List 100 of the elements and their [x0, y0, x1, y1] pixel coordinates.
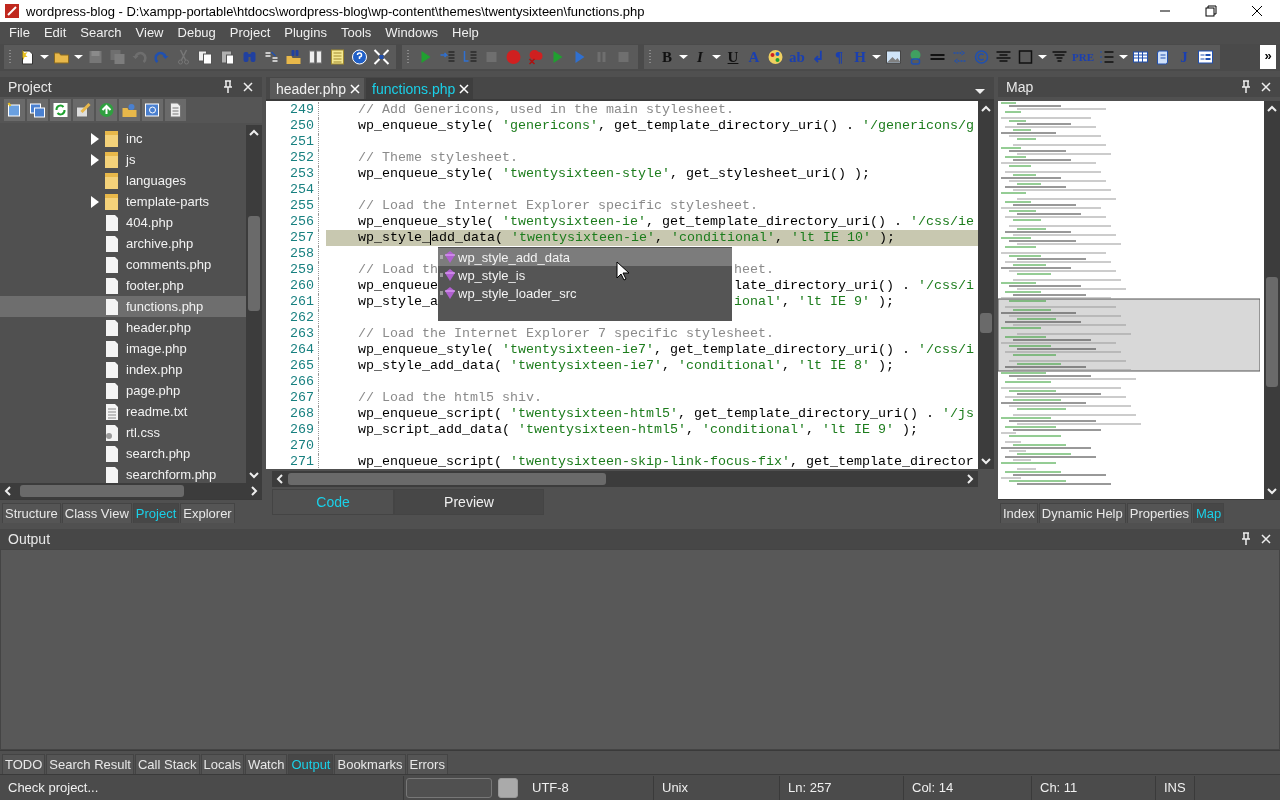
autocomplete-item[interactable]: wp_style_add_data	[438, 248, 732, 267]
panel-tab[interactable]: Locals	[200, 754, 245, 775]
panel-tab[interactable]: Properties	[1126, 503, 1192, 524]
autocomplete-item[interactable]: wp_style_loader_src	[438, 284, 732, 303]
edit-properties-icon[interactable]	[73, 99, 94, 122]
scrollbar-thumb[interactable]	[248, 216, 260, 312]
menu-item[interactable]: Edit	[36, 25, 74, 41]
code-text: // Load the Internet Explorer 7 specific stylesheet.	[358, 326, 774, 343]
tree-item[interactable]: image.php	[0, 338, 246, 360]
tree-item[interactable]: comments.php	[0, 254, 246, 276]
code-text: wp_enqueue_script(	[358, 454, 503, 470]
tree-item[interactable]: functions.php	[0, 296, 246, 318]
tree-item[interactable]: searchform.php	[0, 464, 246, 484]
scrollbar-thumb[interactable]	[20, 485, 184, 498]
code-text: , get_template_directory_uri() .	[677, 406, 935, 423]
panel-tab[interactable]: Watch	[245, 754, 288, 775]
code-text: , get_template_directory_uri() .	[645, 214, 903, 231]
vertical-scrollbar[interactable]	[978, 101, 994, 470]
panel-tab[interactable]: Dynamic Help	[1038, 503, 1126, 524]
line-endings-status: Unix	[654, 775, 780, 800]
folder-icon	[104, 129, 120, 148]
web-page-icon[interactable]	[142, 99, 163, 122]
panel-tab[interactable]: Call Stack	[135, 754, 200, 775]
status-message: Check project...	[0, 775, 404, 800]
panel-tab[interactable]: Class View	[61, 503, 132, 524]
document-icon[interactable]	[165, 99, 186, 122]
tree-item[interactable]: footer.php	[0, 275, 246, 297]
tree-item[interactable]: template-parts	[0, 191, 246, 213]
tree-item[interactable]: 404.php	[0, 212, 246, 234]
tree-item[interactable]: inc	[0, 128, 246, 150]
menu-item[interactable]: Project	[222, 25, 278, 41]
scrollbar-thumb[interactable]	[1266, 277, 1278, 388]
refresh-icon[interactable]	[50, 99, 71, 122]
file-icon	[104, 255, 120, 274]
code-text: 'lt IE 10'	[790, 230, 871, 247]
close-icon[interactable]	[350, 83, 361, 94]
file-icon	[104, 339, 120, 358]
tree-item[interactable]: page.php	[0, 380, 246, 402]
code-text: 'twentysixteen-ie'	[510, 230, 655, 247]
panel-tab[interactable]: Project	[132, 503, 180, 524]
code-text: ,	[805, 422, 815, 439]
line-number: 269	[289, 422, 315, 439]
view-tab[interactable]: Code	[272, 489, 394, 516]
status-button[interactable]	[498, 777, 518, 798]
autocomplete-item[interactable]: wp_style_is	[438, 266, 732, 285]
horizontal-scrollbar[interactable]	[272, 471, 978, 488]
menu-item[interactable]: Search	[73, 25, 129, 41]
panel-tab[interactable]: Output	[288, 754, 334, 775]
file-icon	[104, 444, 120, 463]
code-editor[interactable]	[266, 101, 978, 470]
menu-item[interactable]: Windows	[378, 25, 446, 41]
tree-item[interactable]: index.php	[0, 359, 246, 381]
code-text: 'twentysixteen-skip-link-focus-fix'	[509, 454, 790, 470]
code-text: wp_style_a	[358, 294, 438, 311]
code-text: // Load the html5 shiv.	[358, 390, 542, 407]
panel-tab[interactable]: Errors	[406, 754, 448, 775]
tree-item[interactable]: header.php	[0, 317, 246, 339]
view-tab[interactable]: Preview	[394, 489, 544, 516]
editor-tab[interactable]: header.php	[270, 78, 365, 100]
file-icon	[104, 318, 120, 337]
code-text: '/js	[941, 406, 974, 423]
tree-item[interactable]: readme.txt	[0, 401, 246, 423]
line-number: 261	[289, 294, 315, 311]
tree-item[interactable]: search.php	[0, 443, 246, 465]
encoding-status: UTF-8	[524, 775, 654, 800]
panel-tab[interactable]: Structure	[2, 503, 61, 524]
menu-item[interactable]: Tools	[333, 25, 379, 41]
panel-tab[interactable]: Index	[1000, 503, 1038, 524]
tree-item[interactable]: js	[0, 149, 246, 171]
scrollbar-thumb[interactable]	[288, 473, 606, 486]
tree-item[interactable]: archive.php	[0, 233, 246, 255]
column-status: Col: 14	[904, 775, 1032, 800]
menu-item[interactable]: File	[2, 25, 37, 41]
menu-item[interactable]: Help	[445, 25, 486, 41]
editor-tab[interactable]: functions.php	[366, 78, 474, 100]
horizontal-scrollbar[interactable]	[0, 483, 262, 500]
open-folder-icon[interactable]	[119, 99, 140, 122]
windows-icon[interactable]	[27, 99, 48, 122]
panel-tab[interactable]: Search Result	[46, 754, 134, 775]
panel-tab[interactable]: Map	[1193, 503, 1225, 524]
panel-tab[interactable]: Bookmarks	[334, 754, 406, 775]
menu-item[interactable]: View	[128, 25, 171, 41]
scrollbar-thumb[interactable]	[980, 313, 992, 334]
code-text: 'lt IE 9'	[798, 294, 870, 311]
file-icon	[104, 360, 120, 379]
menu-item[interactable]: Debug	[170, 25, 223, 41]
tree-item[interactable]: languages	[0, 170, 246, 192]
function-icon	[440, 251, 456, 264]
panel-tab[interactable]: Explorer	[180, 503, 235, 524]
vertical-scrollbar[interactable]	[1264, 101, 1280, 500]
panel-tab[interactable]: TODO	[2, 754, 46, 775]
code-text: // Load the Internet Explorer specific stylesheet.	[358, 198, 758, 215]
vertical-scrollbar[interactable]	[246, 125, 262, 484]
code-text: 'twentysixteen-ie7'	[509, 358, 662, 375]
close-icon[interactable]	[459, 83, 470, 94]
new-project-icon[interactable]	[4, 99, 25, 122]
menu-item[interactable]: Plugins	[277, 25, 334, 41]
code-text: add_data(	[431, 230, 504, 247]
tree-item[interactable]: rtl.css	[0, 422, 246, 444]
toolbar-overflow-button[interactable]: »	[1260, 45, 1276, 70]
